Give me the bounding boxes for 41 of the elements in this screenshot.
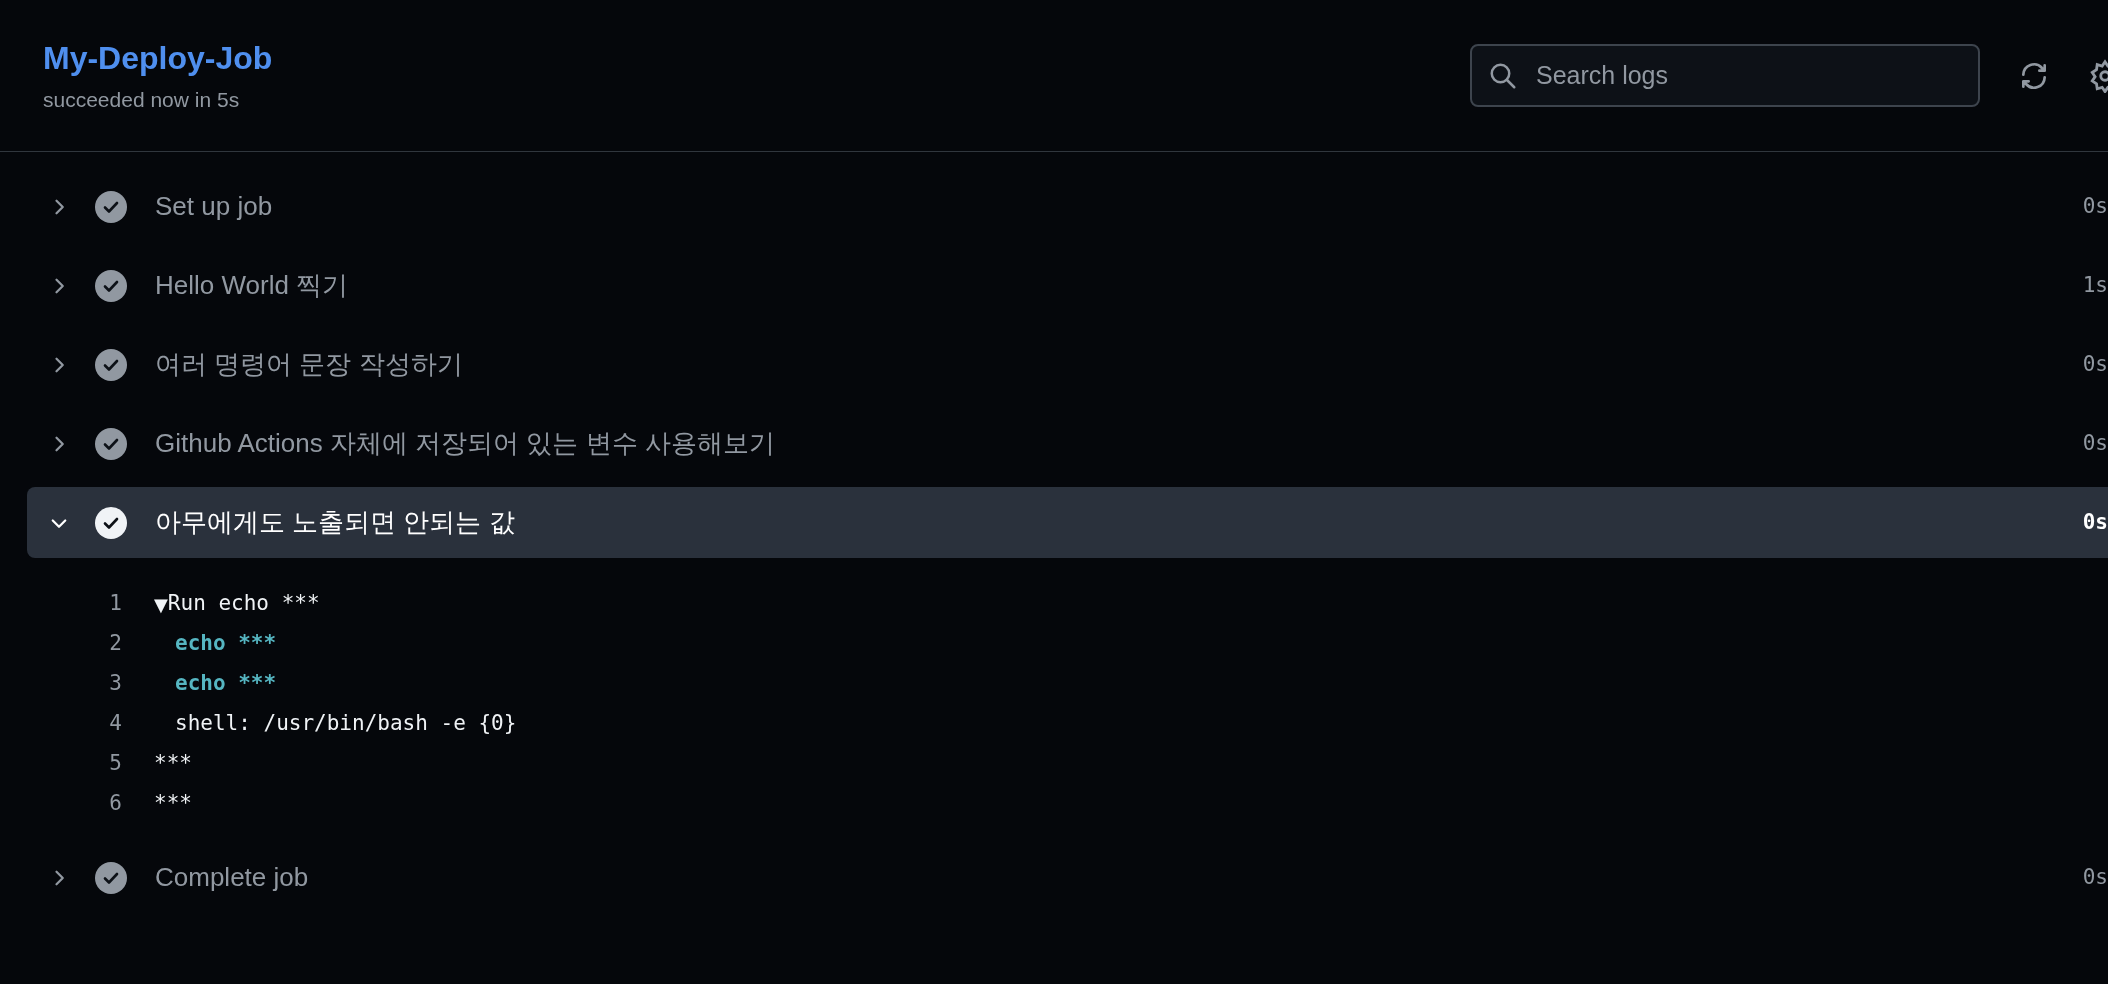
- log-text: echo ***: [174, 630, 277, 658]
- check-circle-icon: [95, 861, 127, 894]
- check-circle-icon: [95, 190, 127, 223]
- check-circle-icon: [95, 506, 127, 539]
- search-icon: [1488, 61, 1518, 91]
- search-field[interactable]: Search logs: [1470, 44, 1980, 107]
- step-duration: 0s: [2082, 429, 2108, 457]
- check-circle-icon: [95, 348, 127, 381]
- line-number: 6: [108, 790, 122, 818]
- job-status-text: succeeded now in 5s: [43, 86, 241, 113]
- step-duration: 0s: [2082, 863, 2108, 891]
- step-row[interactable]: Set up job 0s: [27, 171, 2108, 242]
- line-number: 5: [108, 750, 122, 778]
- log-text: echo ***: [174, 670, 277, 698]
- line-number: 2: [108, 630, 122, 658]
- step-duration: 0s: [2082, 192, 2108, 220]
- step-name: Github Actions 자체에 저장되어 있는 변수 사용해보기: [155, 427, 776, 460]
- step-name: 여러 명령어 문장 작성하기: [155, 348, 464, 381]
- job-title: My-Deploy-Job: [43, 38, 274, 78]
- log-text: Run echo ***: [167, 590, 320, 618]
- step-name: 아무에게도 노출되면 안되는 값: [155, 506, 516, 539]
- step-row[interactable]: 아무에게도 노출되면 안되는 값 0s: [27, 487, 2108, 558]
- step-duration: 0s: [2082, 508, 2108, 536]
- log-text: shell: /usr/bin/bash -e {0}: [174, 710, 517, 738]
- step-row[interactable]: 여러 명령어 문장 작성하기 0s: [27, 329, 2108, 400]
- step-name: Set up job: [155, 190, 274, 223]
- check-circle-icon: [95, 269, 127, 302]
- step-name: Complete job: [155, 861, 310, 894]
- line-number: 1: [108, 590, 122, 618]
- group-toggle[interactable]: ▼: [154, 590, 168, 618]
- step-row[interactable]: Hello World 찍기 1s: [27, 250, 2108, 321]
- step-row[interactable]: Github Actions 자체에 저장되어 있는 변수 사용해보기 0s: [27, 408, 2108, 479]
- step-duration: 1s: [2082, 271, 2108, 299]
- step-duration: 0s: [2082, 350, 2108, 378]
- log-text: ***: [154, 750, 192, 778]
- line-number: 3: [108, 670, 122, 698]
- line-number: 4: [108, 710, 122, 738]
- step-name: Hello World 찍기: [155, 269, 350, 302]
- step-row[interactable]: Complete job 0s: [27, 842, 2108, 913]
- check-circle-icon: [95, 427, 127, 460]
- log-text: ***: [154, 790, 192, 818]
